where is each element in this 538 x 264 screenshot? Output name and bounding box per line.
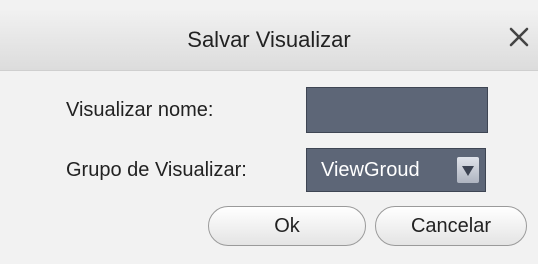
save-view-dialog: Salvar Visualizar Visualizar nome: Grupo… [0, 0, 538, 264]
cancel-button[interactable]: Cancelar [375, 206, 527, 246]
view-group-select[interactable]: ViewGroud [306, 148, 486, 192]
view-group-label: Grupo de Visualizar: [66, 159, 247, 181]
view-group-selected-value: ViewGroud [321, 159, 420, 181]
close-icon[interactable] [506, 24, 532, 50]
triangle-down-icon[interactable] [457, 157, 479, 183]
view-name-label: Visualizar nome: [66, 99, 214, 121]
view-name-input[interactable] [306, 87, 488, 133]
ok-button[interactable]: Ok [208, 206, 366, 246]
dialog-title: Salvar Visualizar [187, 27, 351, 52]
dialog-body: Visualizar nome: Grupo de Visualizar: Vi… [0, 71, 538, 264]
dialog-titlebar: Salvar Visualizar [0, 10, 538, 71]
